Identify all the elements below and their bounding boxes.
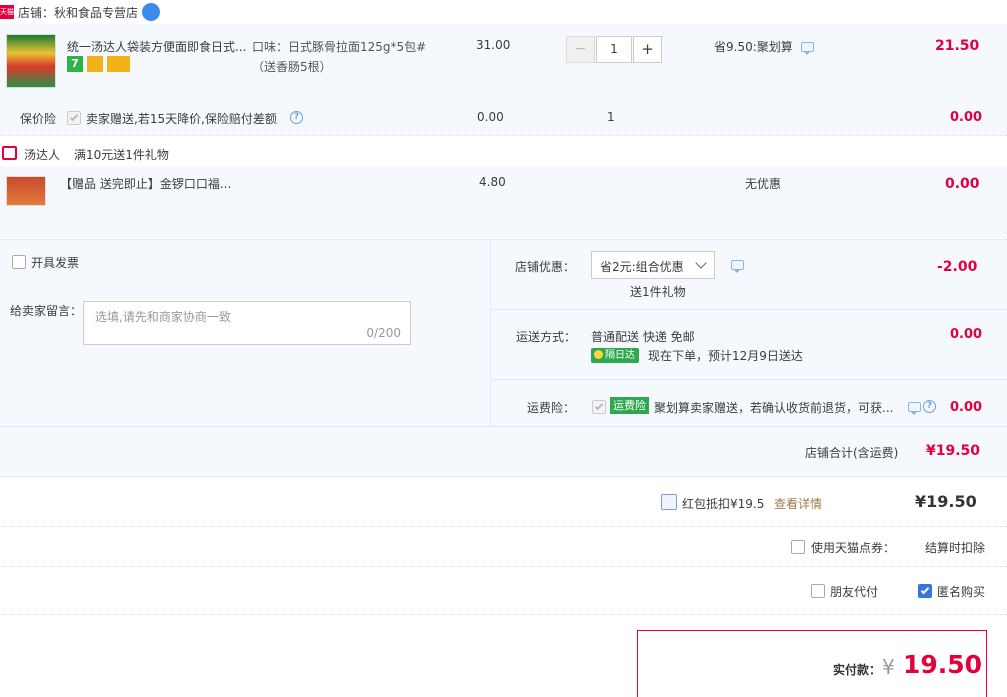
divider — [0, 135, 1007, 136]
message-label: 给卖家留言： — [10, 304, 83, 318]
message-placeholder: 选填,请先和商家协商一致 — [95, 310, 231, 324]
wangwang-icon[interactable] — [142, 3, 160, 21]
qty-plus-button[interactable]: + — [633, 36, 662, 63]
insurance-checkbox[interactable] — [67, 111, 81, 125]
next-day-badge: 隔日达 — [591, 348, 639, 363]
badge-card-icon — [107, 56, 130, 72]
freight-ins-desc: 聚划算卖家赠送，若确认收货前退货，可获... — [654, 401, 894, 415]
shipping-eta: 现在下单，预计12月9日送达 — [648, 349, 803, 363]
freight-chat-icon[interactable] — [908, 402, 921, 415]
promo-chat-icon[interactable] — [801, 42, 814, 55]
item-total: 21.50 — [935, 38, 980, 54]
invoice-label[interactable]: 开具发票 — [31, 254, 79, 271]
freight-ins-checkbox[interactable] — [592, 400, 606, 414]
insurance-label: 保价险 — [20, 112, 57, 126]
gift-title[interactable]: 【赠品 送完即止】金锣口口福... — [60, 175, 231, 192]
shop-discount-label: 店铺优惠： — [515, 260, 576, 274]
divider — [491, 309, 1007, 310]
divider — [0, 476, 1007, 477]
unit-price: 31.00 — [476, 38, 511, 52]
product-sku-note: （送香肠5根） — [252, 60, 332, 74]
gift-brand: 汤达人 — [24, 148, 61, 162]
gift-icon — [2, 146, 17, 160]
divider — [0, 566, 1007, 567]
shipping-label: 运送方式： — [516, 330, 577, 344]
invoice-checkbox[interactable] — [12, 255, 26, 269]
message-counter: 0/200 — [366, 326, 401, 340]
discount-chat-icon[interactable] — [731, 260, 744, 273]
insurance-price: 0.00 — [477, 110, 504, 124]
chevron-down-icon — [695, 257, 707, 269]
shipping-method: 普通配送 快递 免邮 — [591, 330, 695, 344]
shipping-amount: 0.00 — [950, 327, 983, 342]
freight-ins-amount: 0.00 — [950, 400, 983, 415]
friend-pay-checkbox[interactable] — [811, 584, 825, 598]
insurance-total: 0.00 — [950, 110, 983, 125]
help-icon[interactable]: ? — [923, 400, 936, 413]
next-day-badge-text: 隔日达 — [605, 350, 635, 361]
gift-price: 4.80 — [479, 175, 506, 189]
shop-discount-gift-note: 送1件礼物 — [630, 285, 686, 299]
friend-pay-label[interactable]: 朋友代付 — [830, 583, 878, 600]
divider — [0, 614, 1007, 615]
redpacket-checkbox[interactable] — [661, 494, 677, 510]
divider — [0, 526, 1007, 527]
lightning-icon — [594, 350, 603, 359]
shop-discount-value: 省2元:组合优惠 — [600, 260, 684, 274]
actual-payment-label: 实付款： — [833, 663, 882, 677]
gift-total: 0.00 — [945, 176, 980, 192]
insurance-qty: 1 — [607, 110, 615, 124]
tmall-points-label[interactable]: 使用天猫点券： — [811, 539, 895, 556]
shop-name-link[interactable]: 店铺：秋和食品专营店 — [18, 4, 138, 21]
divider — [491, 379, 1007, 380]
qty-input[interactable]: 1 — [596, 36, 632, 63]
redpacket-label[interactable]: 红包抵扣¥19.5 — [682, 495, 764, 512]
shop-discount-select[interactable]: 省2元:组合优惠 — [591, 251, 715, 279]
qty-minus-button[interactable]: − — [566, 36, 595, 63]
shop-discount-amount: -2.00 — [937, 259, 978, 275]
tmall-points-note: 结算时扣除 — [925, 541, 986, 555]
vertical-divider — [490, 240, 491, 426]
gift-rule: 满10元送1件礼物 — [74, 148, 169, 162]
actual-payment-amount: 19.50 — [903, 650, 983, 679]
help-icon[interactable]: ? — [290, 111, 303, 124]
badge-7day-icon: 7 — [67, 56, 83, 72]
insurance-desc: 卖家赠送,若15天降价,保险赔付差额 — [86, 112, 277, 126]
redpacket-amount: ¥19.50 — [915, 492, 977, 511]
order-detail-panel — [0, 240, 1007, 476]
promo-label: 省9.50:聚划算 — [714, 40, 793, 54]
gift-product-image[interactable] — [6, 176, 46, 206]
shop-total-label: 店铺合计(含运费) — [805, 446, 899, 460]
product-title[interactable]: 统一汤达人袋装方便面即食日式... — [67, 38, 246, 55]
redpacket-details-link[interactable]: 查看详情 — [774, 495, 822, 512]
badge-guarantee-icon — [87, 56, 103, 72]
product-image[interactable] — [6, 34, 56, 88]
anonymous-label[interactable]: 匿名购买 — [937, 583, 985, 600]
tmall-points-checkbox[interactable] — [791, 540, 805, 554]
currency-symbol: ¥ — [882, 655, 895, 679]
anonymous-checkbox[interactable] — [918, 584, 932, 598]
gift-promo: 无优惠 — [745, 177, 782, 191]
freight-ins-label: 运费险： — [527, 401, 576, 415]
freight-ins-badge: 运费险 — [610, 397, 649, 414]
message-textarea[interactable]: 选填,请先和商家协商一致 0/200 — [83, 301, 411, 345]
tmall-badge: 天猫 — [0, 5, 14, 19]
shop-total-amount: ¥19.50 — [926, 443, 981, 459]
product-sku: 口味：日式豚骨拉面125g*5包# — [252, 40, 427, 54]
divider — [0, 426, 1007, 427]
